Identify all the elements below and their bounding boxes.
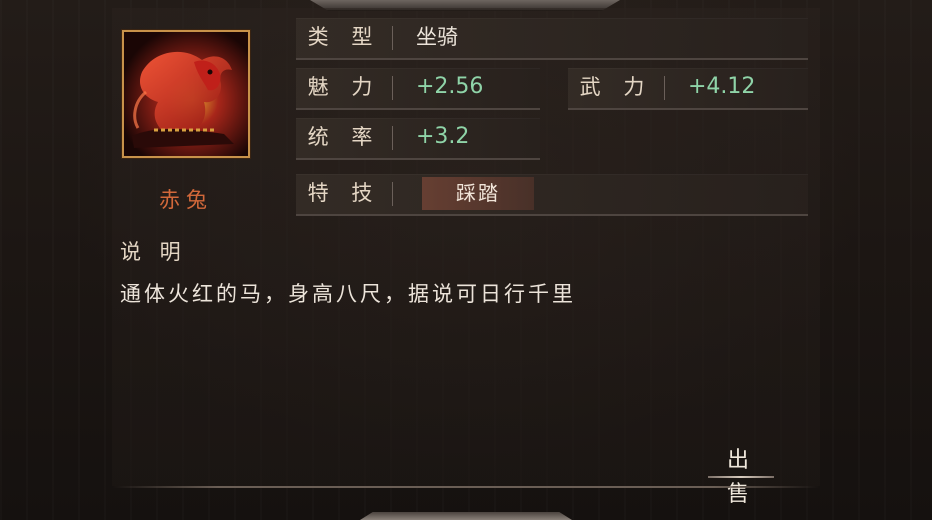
command-row: 统 率 +3.2 bbox=[296, 118, 540, 160]
row-divider bbox=[392, 182, 393, 206]
item-portrait bbox=[122, 30, 250, 158]
description-title: 说 明 bbox=[120, 240, 187, 264]
force-row: 武 力 +4.12 bbox=[568, 68, 808, 110]
force-label: 武 力 bbox=[579, 75, 653, 99]
item-name: 赤兔 bbox=[159, 188, 213, 212]
description-text: 通体火红的马，身高八尺，据说可日行千里 bbox=[120, 282, 576, 306]
force-value: +4.12 bbox=[688, 74, 756, 99]
charm-value: +2.56 bbox=[416, 74, 484, 99]
charm-row: 魅 力 +2.56 bbox=[296, 68, 540, 110]
charm-label: 魅 力 bbox=[307, 75, 381, 99]
row-divider bbox=[392, 26, 393, 50]
bottom-frame-ornament bbox=[360, 512, 572, 520]
row-divider bbox=[392, 126, 393, 150]
red-horse-icon bbox=[124, 32, 248, 156]
skill-chip[interactable]: 踩踏 bbox=[422, 177, 534, 210]
row-divider bbox=[392, 76, 393, 100]
type-value: 坐骑 bbox=[416, 25, 458, 49]
type-label: 类 型 bbox=[307, 25, 381, 49]
sell-button-underline bbox=[708, 476, 774, 478]
type-row: 类 型 坐骑 bbox=[296, 18, 808, 60]
skill-row: 特 技 踩踏 bbox=[296, 174, 808, 216]
row-divider bbox=[664, 76, 665, 100]
command-label: 统 率 bbox=[307, 125, 381, 149]
panel-bottom-border bbox=[112, 486, 820, 488]
command-value: +3.2 bbox=[416, 124, 470, 149]
sell-button[interactable]: 出 售 bbox=[708, 444, 774, 507]
skill-label: 特 技 bbox=[307, 181, 381, 205]
